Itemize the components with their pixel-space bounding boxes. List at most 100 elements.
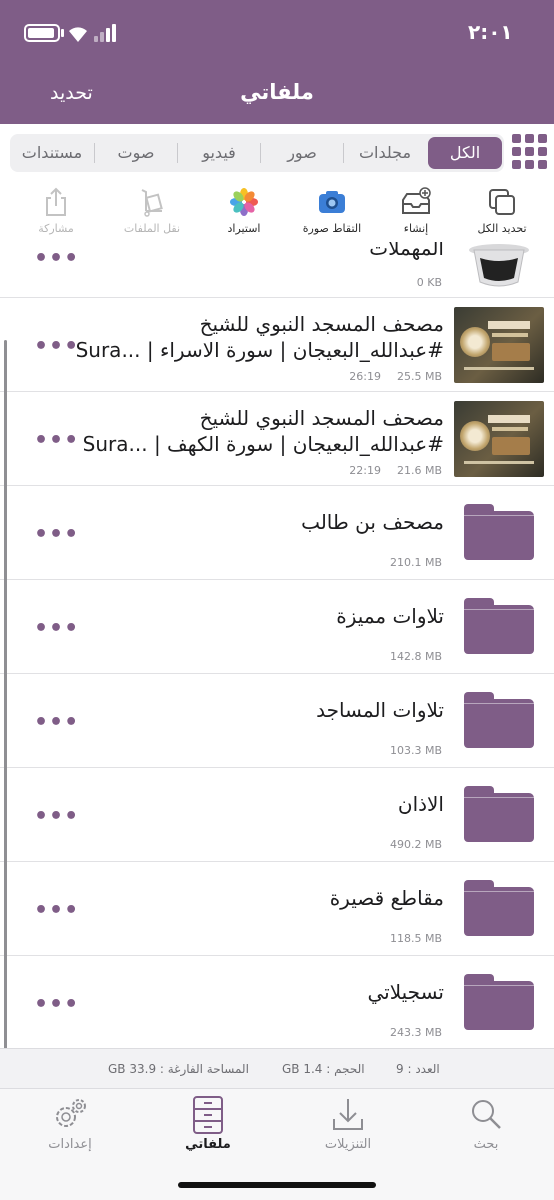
file-title-line1: مصحف المسجد النبوي للشيخ	[199, 406, 444, 430]
folder-title: تلاوات المساجد	[316, 698, 444, 722]
folder-icon	[464, 974, 534, 1030]
dolly-icon	[141, 189, 163, 217]
select-all-button[interactable]: تحديد الكل	[456, 184, 548, 242]
tab-downloads-label: التنزيلات	[324, 1137, 372, 1152]
new-folder-icon	[402, 187, 431, 214]
folder-size: 243.3 MB	[389, 1026, 442, 1039]
tab-photos[interactable]: صور	[261, 134, 343, 172]
filter-tabs: مستندات صوت فيديو صور مجلدات الكل	[0, 124, 554, 184]
tab-settings[interactable]: إعدادات	[20, 1089, 120, 1159]
share-label: مشاركة	[38, 222, 74, 235]
wifi-icon	[69, 27, 87, 42]
move-files-label: نقل الملفات	[123, 222, 181, 235]
folder-title: مصحف بن طالب	[301, 510, 444, 534]
more-options-icon[interactable]: •••	[34, 618, 79, 640]
select-all-label: تحديد الكل	[477, 222, 527, 235]
file-duration: 26:19	[349, 370, 381, 383]
file-title-line1: مصحف المسجد النبوي للشيخ	[199, 312, 444, 336]
folder-icon	[464, 598, 534, 654]
list-item-folder[interactable]: تسجيلاتي 243.3 MB •••	[0, 956, 554, 1048]
file-meta: 26:19 25.5 MB	[333, 370, 442, 383]
folder-title: تسجيلاتي	[367, 980, 444, 1004]
select-all-icon	[489, 189, 515, 215]
import-button[interactable]: استيراد	[198, 184, 290, 242]
tab-my-files-label: ملفاتي	[185, 1137, 231, 1152]
file-list: المهملات 0 KB ••• مصحف المسجد النبوي للش…	[0, 242, 554, 1048]
take-photo-label: التقاط صورة	[302, 222, 362, 235]
tab-video[interactable]: فيديو	[178, 134, 260, 172]
list-item-folder[interactable]: تلاوات المساجد 103.3 MB •••	[0, 674, 554, 768]
file-size: 21.6 MB	[396, 464, 442, 477]
status-time: ٢:٠١	[468, 20, 513, 44]
camera-icon	[319, 191, 345, 213]
list-item-folder[interactable]: مقاطع قصيرة 118.5 MB •••	[0, 862, 554, 956]
tab-folders[interactable]: مجلدات	[344, 134, 426, 172]
file-meta: 0 KB	[401, 276, 442, 289]
signal-icon	[94, 24, 120, 42]
list-item-trash[interactable]: المهملات 0 KB •••	[0, 242, 554, 298]
tab-audio[interactable]: صوت	[95, 134, 177, 172]
more-options-icon[interactable]: •••	[34, 524, 79, 546]
folder-size: 103.3 MB	[389, 744, 442, 757]
more-options-icon[interactable]: •••	[34, 248, 79, 270]
more-options-icon[interactable]: •••	[34, 712, 79, 734]
folder-title: مقاطع قصيرة	[329, 886, 444, 910]
folder-size: 210.1 MB	[389, 556, 442, 569]
battery-cap	[61, 29, 64, 37]
list-item-video[interactable]: مصحف المسجد النبوي للشيخ #عبدالله_البعيج…	[0, 392, 554, 486]
folder-icon	[464, 880, 534, 936]
battery-icon	[24, 24, 60, 42]
list-item-folder[interactable]: الاذان 490.2 MB •••	[0, 768, 554, 862]
action-toolbar: تحديد الكل إنشاء التقاط صورة استيراد نقل…	[0, 184, 554, 242]
scrollbar[interactable]	[4, 340, 7, 1080]
share-icon	[46, 187, 66, 216]
folder-icon	[464, 504, 534, 560]
grid-view-icon[interactable]	[512, 134, 548, 170]
file-title-line2: #عبدالله_البعيجان | سورة الكهف | ...Sura	[82, 432, 444, 456]
take-photo-button[interactable]: التقاط صورة	[286, 184, 378, 242]
file-title-line2: #عبدالله_البعيجان | سورة الاسراء | ...Su…	[75, 338, 444, 362]
create-label: إنشاء	[403, 222, 429, 235]
folder-title: تلاوات مميزة	[336, 604, 444, 628]
video-thumbnail	[454, 307, 544, 383]
folder-icon	[464, 786, 534, 842]
tab-settings-label: إعدادات	[48, 1137, 92, 1152]
create-button[interactable]: إنشاء	[370, 184, 462, 242]
move-files-button[interactable]: نقل الملفات	[106, 184, 198, 242]
list-item-folder[interactable]: تلاوات مميزة 142.8 MB •••	[0, 580, 554, 674]
more-options-icon[interactable]: •••	[34, 994, 79, 1016]
total-size: الحجم : 1.4 GB	[282, 1062, 365, 1076]
file-size: 0 KB	[416, 276, 442, 289]
folder-icon	[464, 692, 534, 748]
tab-search[interactable]: بحث	[436, 1089, 536, 1159]
folder-size: 118.5 MB	[389, 932, 442, 945]
share-button[interactable]: مشاركة	[10, 184, 102, 242]
header: ٢:٠١ ملفاتي تحديد	[0, 0, 554, 124]
folder-title: الاذان	[397, 792, 444, 816]
file-meta: 22:19 21.6 MB	[333, 464, 442, 477]
file-title: المهملات	[369, 242, 444, 260]
tab-my-files[interactable]: ملفاتي	[158, 1089, 258, 1159]
tab-all[interactable]: الكل	[428, 137, 502, 169]
segmented-control: مستندات صوت فيديو صور مجلدات الكل	[10, 134, 504, 172]
tab-downloads[interactable]: التنزيلات	[298, 1089, 398, 1159]
more-options-icon[interactable]: •••	[34, 900, 79, 922]
download-icon	[333, 1099, 363, 1130]
file-size: 25.5 MB	[396, 370, 442, 383]
list-item-video[interactable]: مصحف المسجد النبوي للشيخ #عبدالله_البعيج…	[0, 298, 554, 392]
storage-summary: العدد : 9 الحجم : 1.4 GB المساحة الفارغة…	[0, 1048, 554, 1088]
select-button[interactable]: تحديد	[50, 82, 93, 104]
photos-icon	[230, 188, 258, 216]
item-count: العدد : 9	[396, 1062, 440, 1076]
video-thumbnail	[454, 401, 544, 477]
more-options-icon[interactable]: •••	[34, 336, 79, 358]
import-label: استيراد	[227, 222, 261, 235]
more-options-icon[interactable]: •••	[34, 430, 79, 452]
file-duration: 22:19	[349, 464, 381, 477]
list-item-folder[interactable]: مصحف بن طالب 210.1 MB •••	[0, 486, 554, 580]
more-options-icon[interactable]: •••	[34, 806, 79, 828]
cabinet-icon	[193, 1096, 223, 1134]
home-indicator	[178, 1182, 376, 1188]
tab-documents[interactable]: مستندات	[10, 134, 94, 172]
folder-size: 490.2 MB	[389, 838, 442, 851]
